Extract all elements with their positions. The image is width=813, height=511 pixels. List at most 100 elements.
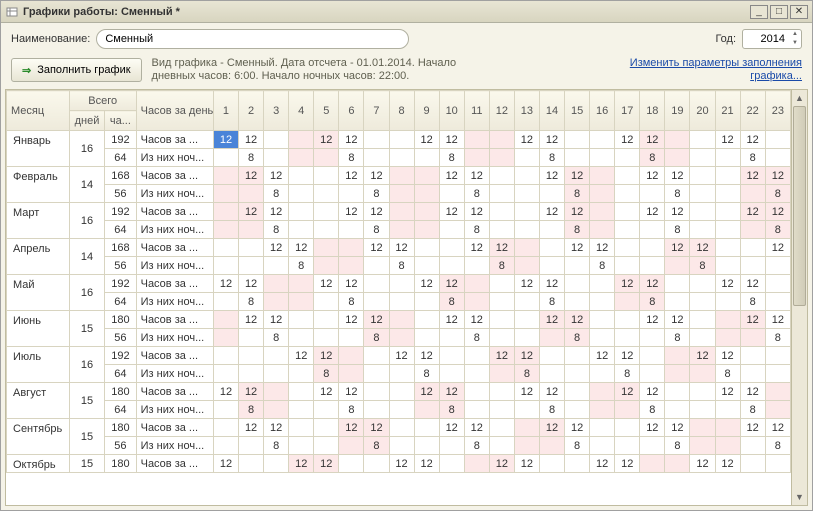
day-cell[interactable]: 8 <box>439 293 464 311</box>
header-day-22[interactable]: 22 <box>740 91 765 131</box>
day-cell[interactable] <box>690 221 715 239</box>
day-cell[interactable]: 12 <box>640 203 665 221</box>
day-cell[interactable] <box>264 365 289 383</box>
day-cell[interactable]: 12 <box>514 455 539 473</box>
day-cell[interactable]: 8 <box>464 185 489 203</box>
day-cell[interactable]: 12 <box>439 275 464 293</box>
day-cell[interactable] <box>539 239 564 257</box>
day-cell[interactable]: 8 <box>740 401 765 419</box>
day-cell[interactable]: 8 <box>264 221 289 239</box>
day-cell[interactable] <box>314 203 339 221</box>
hours-cell[interactable]: 192 <box>105 347 136 365</box>
day-cell[interactable] <box>289 167 314 185</box>
day-cell[interactable] <box>339 329 364 347</box>
day-cell[interactable] <box>389 149 414 167</box>
day-cell[interactable]: 12 <box>740 167 765 185</box>
day-cell[interactable]: 12 <box>239 311 264 329</box>
day-cell[interactable] <box>489 149 514 167</box>
day-cell[interactable] <box>539 221 564 239</box>
scroll-track[interactable] <box>792 106 807 489</box>
day-cell[interactable]: 8 <box>264 185 289 203</box>
day-cell[interactable] <box>464 401 489 419</box>
day-cell[interactable] <box>690 401 715 419</box>
day-cell[interactable]: 12 <box>640 419 665 437</box>
row-type-cell[interactable]: Из них ноч... <box>136 401 213 419</box>
day-cell[interactable] <box>239 437 264 455</box>
day-cell[interactable] <box>264 347 289 365</box>
day-cell[interactable]: 12 <box>715 383 740 401</box>
header-day-14[interactable]: 14 <box>539 91 564 131</box>
day-cell[interactable]: 8 <box>339 401 364 419</box>
day-cell[interactable]: 12 <box>565 311 590 329</box>
day-cell[interactable]: 8 <box>364 437 389 455</box>
day-cell[interactable] <box>539 437 564 455</box>
day-cell[interactable] <box>464 257 489 275</box>
day-cell[interactable]: 12 <box>464 419 489 437</box>
day-cell[interactable]: 12 <box>615 383 640 401</box>
table-row[interactable]: Март16192Часов за ...1212121212121212121… <box>7 203 791 221</box>
day-cell[interactable] <box>289 293 314 311</box>
day-cell[interactable] <box>264 257 289 275</box>
day-cell[interactable] <box>615 311 640 329</box>
day-cell[interactable] <box>665 293 690 311</box>
hours-cell[interactable]: 168 <box>105 239 136 257</box>
day-cell[interactable] <box>213 203 238 221</box>
night-hours-cell[interactable]: 64 <box>105 149 136 167</box>
day-cell[interactable] <box>715 149 740 167</box>
month-cell[interactable]: Октябрь <box>7 455 70 473</box>
header-day-20[interactable]: 20 <box>690 91 715 131</box>
day-cell[interactable] <box>489 311 514 329</box>
day-cell[interactable] <box>590 311 615 329</box>
day-cell[interactable] <box>565 275 590 293</box>
day-cell[interactable]: 8 <box>239 401 264 419</box>
day-cell[interactable] <box>389 203 414 221</box>
day-cell[interactable] <box>640 437 665 455</box>
day-cell[interactable] <box>740 185 765 203</box>
month-cell[interactable]: Июль <box>7 347 70 383</box>
day-cell[interactable] <box>464 149 489 167</box>
day-cell[interactable] <box>439 437 464 455</box>
day-cell[interactable] <box>765 149 790 167</box>
day-cell[interactable] <box>640 455 665 473</box>
day-cell[interactable]: 12 <box>364 239 389 257</box>
day-cell[interactable]: 12 <box>464 239 489 257</box>
day-cell[interactable] <box>640 329 665 347</box>
day-cell[interactable]: 12 <box>239 275 264 293</box>
header-day-21[interactable]: 21 <box>715 91 740 131</box>
day-cell[interactable] <box>690 185 715 203</box>
day-cell[interactable]: 12 <box>565 239 590 257</box>
days-cell[interactable]: 16 <box>69 347 105 383</box>
day-cell[interactable] <box>414 311 439 329</box>
fill-schedule-button[interactable]: ⇒ Заполнить график <box>11 58 142 82</box>
day-cell[interactable] <box>765 257 790 275</box>
day-cell[interactable] <box>765 347 790 365</box>
day-cell[interactable] <box>489 419 514 437</box>
table-row[interactable]: 64Из них ноч...888888 <box>7 401 791 419</box>
header-day-12[interactable]: 12 <box>489 91 514 131</box>
day-cell[interactable]: 12 <box>314 455 339 473</box>
table-row[interactable]: Июль16192Часов за ...1212121212121212121… <box>7 347 791 365</box>
day-cell[interactable]: 12 <box>414 275 439 293</box>
row-type-cell[interactable]: Из них ноч... <box>136 329 213 347</box>
day-cell[interactable] <box>314 401 339 419</box>
header-hours[interactable]: ча... <box>105 111 136 131</box>
day-cell[interactable]: 12 <box>615 455 640 473</box>
day-cell[interactable] <box>565 347 590 365</box>
day-cell[interactable] <box>489 329 514 347</box>
day-cell[interactable]: 12 <box>565 167 590 185</box>
row-type-cell[interactable]: Из них ноч... <box>136 293 213 311</box>
day-cell[interactable] <box>690 419 715 437</box>
day-cell[interactable]: 12 <box>765 311 790 329</box>
day-cell[interactable] <box>690 203 715 221</box>
day-cell[interactable]: 12 <box>464 167 489 185</box>
day-cell[interactable]: 12 <box>665 419 690 437</box>
day-cell[interactable] <box>364 347 389 365</box>
day-cell[interactable]: 12 <box>615 275 640 293</box>
day-cell[interactable]: 12 <box>765 203 790 221</box>
day-cell[interactable] <box>665 401 690 419</box>
day-cell[interactable]: 8 <box>715 365 740 383</box>
day-cell[interactable]: 12 <box>615 131 640 149</box>
day-cell[interactable] <box>715 257 740 275</box>
day-cell[interactable] <box>489 167 514 185</box>
day-cell[interactable]: 8 <box>565 437 590 455</box>
